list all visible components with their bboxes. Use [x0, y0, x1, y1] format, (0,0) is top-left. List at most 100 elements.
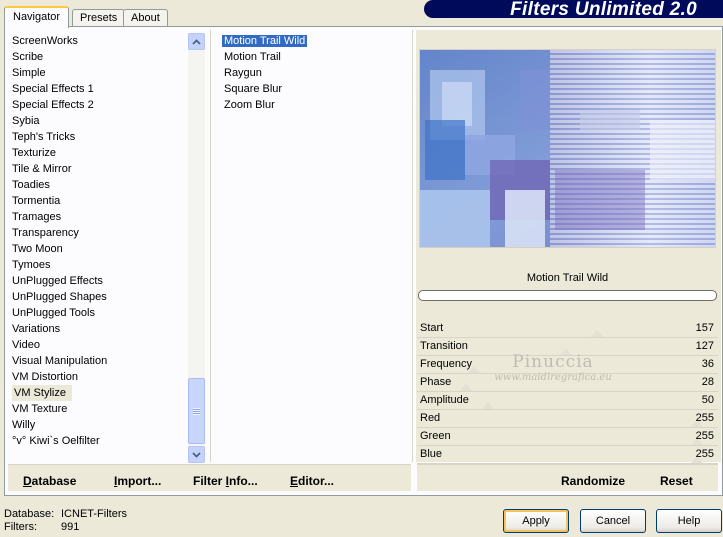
apply-button[interactable]: Apply [503, 509, 569, 533]
category-label: Special Effects 1 [12, 83, 94, 95]
category-item[interactable]: UnPlugged Effects [10, 273, 182, 289]
slider-blue[interactable]: Blue 255 [417, 446, 718, 464]
category-label: Scribe [12, 51, 44, 63]
slider-value: 255 [695, 412, 714, 424]
category-item[interactable]: Willy [10, 417, 182, 433]
filter-item[interactable]: Zoom Blur [222, 97, 412, 113]
progress-bar [418, 290, 717, 301]
left-button-bar: Database Import... Filter Info... Editor… [8, 464, 411, 491]
preview-image[interactable] [419, 49, 716, 248]
category-label: Teph's Tricks [12, 131, 76, 143]
category-label: Special Effects 2 [12, 99, 94, 111]
slider-thumb[interactable] [591, 330, 604, 337]
slider-value: 255 [695, 430, 714, 442]
slider-label: Transition [420, 340, 468, 352]
scroll-up-button[interactable] [188, 33, 205, 50]
slider-value: 28 [701, 376, 714, 388]
filter-item[interactable]: Motion Trail [222, 49, 412, 65]
filter-item[interactable]: Raygun [222, 65, 412, 81]
category-item[interactable]: Special Effects 1 [10, 81, 182, 97]
category-item[interactable]: Scribe [10, 49, 182, 65]
slider-frequency[interactable]: Frequency 36 [417, 356, 718, 374]
slider-transition[interactable]: Transition 127 [417, 338, 718, 356]
category-item[interactable]: Tile & Mirror [10, 161, 182, 177]
app-title: Filters Unlimited 2.0 [510, 0, 697, 18]
category-item[interactable]: °v° Kiwi`s Oelfilter [10, 433, 182, 449]
filter-item[interactable]: Square Blur [222, 81, 412, 97]
category-label: UnPlugged Effects [12, 275, 103, 287]
slider-value: 157 [695, 322, 714, 334]
database-button[interactable]: Database [23, 474, 76, 488]
category-label: Tymoes [12, 259, 51, 271]
filter-list[interactable]: Motion Trail Wild Motion Trail Raygun Squar… [222, 33, 412, 461]
slider-label: Amplitude [420, 394, 469, 406]
category-item[interactable]: Variations [10, 321, 182, 337]
tab-about[interactable]: About [123, 9, 168, 27]
category-item[interactable]: Visual Manipulation [10, 353, 182, 369]
category-item[interactable]: Tormentia [10, 193, 182, 209]
slider-label: Frequency [420, 358, 472, 370]
slider-thumb[interactable] [560, 348, 573, 355]
category-label: Sybia [12, 115, 40, 127]
category-item[interactable]: VM Texture [10, 401, 182, 417]
category-item[interactable]: Sybia [10, 113, 182, 129]
scrollbar-thumb[interactable] [188, 378, 205, 444]
slider-label: Red [420, 412, 441, 424]
preview-render [420, 50, 715, 247]
editor-button[interactable]: Editor... [290, 474, 334, 488]
category-label: Two Moon [12, 243, 63, 255]
divider [412, 30, 413, 462]
divider [210, 30, 211, 462]
category-item[interactable]: VM Distortion [10, 369, 182, 385]
status-area: Database: ICNET-Filters Filters: 991 [4, 508, 127, 534]
help-button[interactable]: Help [656, 509, 722, 533]
category-list[interactable]: ScreenWorks Scribe Simple Special Effects 1… [10, 33, 182, 461]
slider-start[interactable]: Start 157 [417, 320, 718, 338]
status-label: Filters: [4, 521, 37, 533]
category-item[interactable]: Simple [10, 65, 182, 81]
slider-phase[interactable]: Phase 28 [417, 374, 718, 392]
slider-label: Phase [420, 376, 452, 388]
slider-red[interactable]: Red 255 [417, 410, 718, 428]
filter-item[interactable]: Motion Trail Wild [222, 33, 412, 49]
slider-thumb[interactable] [481, 402, 494, 409]
slider-amplitude[interactable]: Amplitude 50 [417, 392, 718, 410]
slider-value: 127 [695, 340, 714, 352]
category-item[interactable]: Tymoes [10, 257, 182, 273]
import-button[interactable]: Import... [114, 474, 161, 488]
category-item[interactable]: Two Moon [10, 241, 182, 257]
category-label: Visual Manipulation [12, 355, 108, 367]
slider-value: 50 [701, 394, 714, 406]
category-label: VM Stylize [12, 385, 72, 401]
category-label: Texturize [12, 147, 57, 159]
slider-value: 255 [695, 448, 714, 460]
category-item[interactable]: Transparency [10, 225, 182, 241]
category-item[interactable]: UnPlugged Tools [10, 305, 182, 321]
category-label: UnPlugged Shapes [12, 291, 107, 303]
slider-label: Start [420, 322, 444, 334]
category-item[interactable]: Tramages [10, 209, 182, 225]
category-item[interactable]: Texturize [10, 145, 182, 161]
filter-label: Zoom Blur [224, 99, 275, 111]
filter-label: Raygun [224, 67, 262, 79]
randomize-button[interactable]: Randomize [561, 474, 625, 488]
filter-info-button[interactable]: Filter Info... [193, 474, 258, 488]
tab-presets[interactable]: Presets [72, 9, 126, 27]
category-item[interactable]: Special Effects 2 [10, 97, 182, 113]
scroll-down-button[interactable] [188, 446, 205, 463]
slider-value: 36 [701, 358, 714, 370]
filter-count: 991 [61, 521, 80, 533]
category-item[interactable]: Video [10, 337, 182, 353]
category-item[interactable]: Toadies [10, 177, 182, 193]
cancel-button[interactable]: Cancel [580, 509, 646, 533]
category-scrollbar[interactable] [188, 33, 205, 463]
tab-navigator[interactable]: Navigator [4, 6, 70, 28]
reset-button[interactable]: Reset [660, 474, 693, 488]
category-label: Tramages [12, 211, 62, 223]
slider-thumb[interactable] [459, 384, 472, 391]
category-item[interactable]: ScreenWorks [10, 33, 182, 49]
category-item[interactable]: VM Stylize [10, 385, 182, 401]
category-item[interactable]: Teph's Tricks [10, 129, 182, 145]
slider-green[interactable]: Green 255 [417, 428, 718, 446]
category-item[interactable]: UnPlugged Shapes [10, 289, 182, 305]
